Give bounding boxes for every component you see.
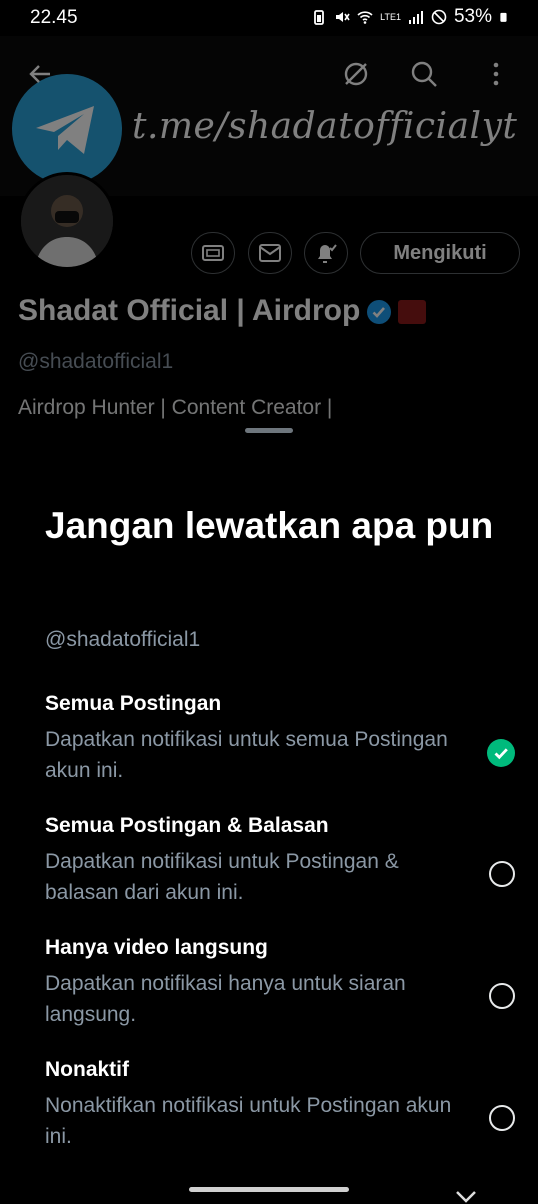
profile-banner: t.me/shadatofficialyt — [0, 36, 538, 196]
notification-icon — [318, 244, 337, 263]
profile-handle: @shadatofficial1 — [18, 350, 174, 373]
option-title: Hanya video langsung — [45, 936, 268, 959]
profile-name: Shadat Official | Airdrop — [18, 294, 361, 327]
signal-icon — [408, 11, 423, 24]
profile-name-row: Shadat Official | Airdrop — [18, 294, 427, 328]
verified-icon — [367, 300, 392, 325]
affiliate-badge-icon — [398, 300, 427, 325]
mute-icon — [336, 12, 350, 22]
sheet-title: Jangan lewatkan apa pun — [45, 505, 494, 546]
subscribe-icon — [202, 245, 224, 261]
avatar[interactable] — [18, 172, 116, 270]
wifi-icon — [357, 11, 373, 24]
sheet-handle: @shadatofficial1 — [45, 628, 201, 651]
dnd-icon — [431, 9, 447, 25]
option-desc: Nonaktifkan notifikasi untuk Postingan a… — [45, 1094, 452, 1148]
notification-settings-sheet: Jangan lewatkan apa pun @shadatofficial1… — [0, 456, 538, 1200]
profile-background: t.me/shadatofficialyt Mengikuti Shadat O… — [0, 36, 538, 456]
gesture-navigation-bar[interactable] — [189, 1187, 349, 1192]
message-icon — [259, 244, 281, 262]
sheet-grabber[interactable] — [245, 428, 293, 433]
option-all-posts[interactable]: Semua Postingan Dapatkan notifikasi untu… — [45, 690, 515, 786]
battery-saver-icon — [314, 10, 325, 25]
notification-button[interactable] — [304, 232, 348, 274]
subscribe-button[interactable] — [191, 232, 235, 274]
option-posts-replies[interactable]: Semua Postingan & Balasan Dapatkan notif… — [45, 812, 515, 908]
option-live-only[interactable]: Hanya video langsung Dapatkan notifikasi… — [45, 934, 515, 1030]
back-icon[interactable] — [24, 58, 56, 90]
radio-icon[interactable] — [489, 861, 515, 887]
network-label: LTE1 — [380, 11, 401, 22]
following-button[interactable]: Mengikuti — [360, 232, 520, 274]
option-desc: Dapatkan notifikasi untuk Postingan & ba… — [45, 850, 399, 904]
hide-icon[interactable] — [340, 58, 372, 90]
status-icons: LTE1 53% — [311, 6, 510, 28]
option-title: Nonaktif — [45, 1058, 129, 1081]
more-icon[interactable] — [480, 58, 512, 90]
telegram-logo-icon — [12, 74, 122, 184]
battery-percent: 53% — [453, 6, 492, 27]
option-desc: Dapatkan notifikasi untuk semua Postinga… — [45, 728, 448, 782]
banner-text: t.me/shadatofficialyt — [132, 106, 518, 147]
message-button[interactable] — [248, 232, 292, 274]
status-bar: 22.45 LTE1 53% — [0, 0, 538, 36]
option-off[interactable]: Nonaktif Nonaktifkan notifikasi untuk Po… — [45, 1056, 515, 1152]
radio-checked-icon[interactable] — [487, 739, 515, 767]
option-desc: Dapatkan notifikasi hanya untuk siaran l… — [45, 972, 406, 1026]
radio-icon[interactable] — [489, 983, 515, 1009]
option-title: Semua Postingan & Balasan — [45, 814, 329, 837]
battery-icon — [500, 12, 507, 22]
search-icon[interactable] — [408, 58, 440, 90]
chevron-down-icon[interactable] — [455, 1190, 477, 1204]
radio-icon[interactable] — [489, 1105, 515, 1131]
option-title: Semua Postingan — [45, 692, 222, 715]
profile-bio: Airdrop Hunter | Content Creator | — [18, 396, 333, 419]
status-time: 22.45 — [30, 7, 78, 28]
